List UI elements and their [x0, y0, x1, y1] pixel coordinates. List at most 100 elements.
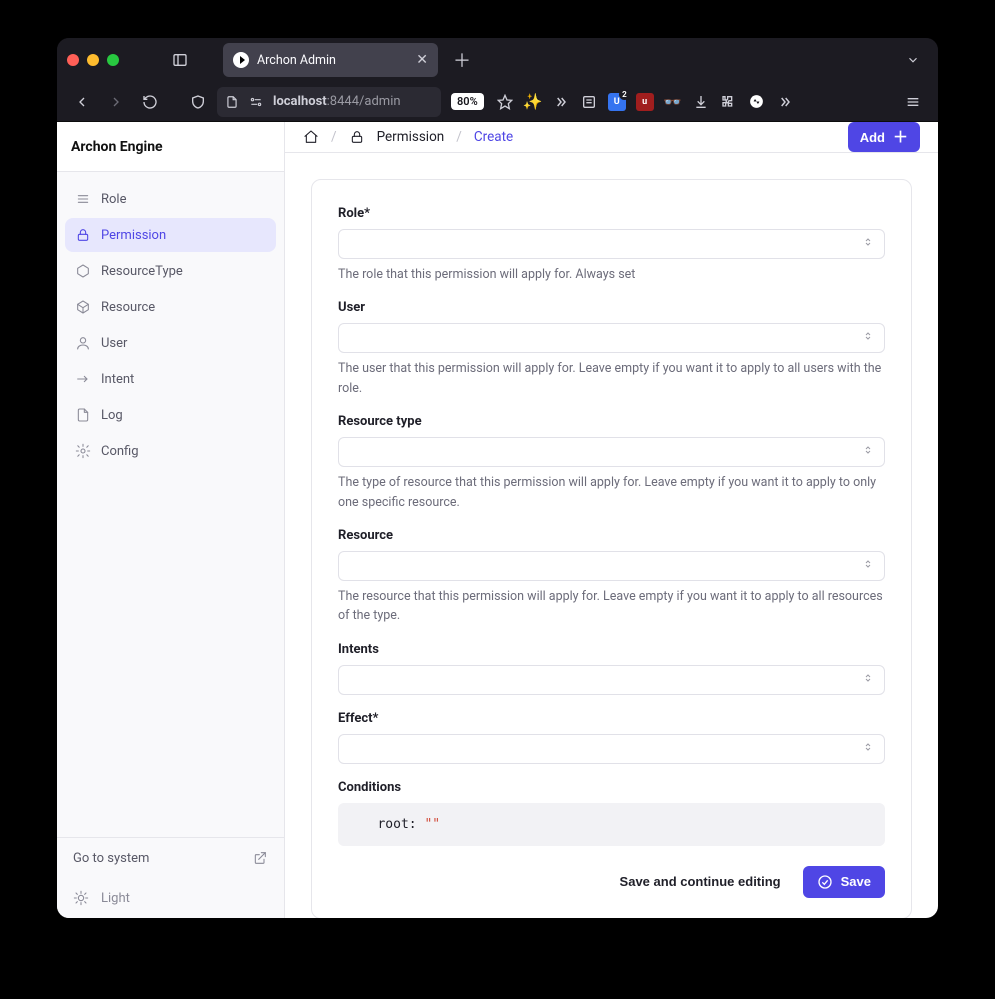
sidebar: Archon Engine RolePermissionResourceType… [57, 122, 285, 918]
save-button[interactable]: Save [803, 866, 885, 898]
field-label: User [338, 300, 885, 315]
sidebar-item-label: Intent [101, 372, 134, 387]
sidebar-nav: Role Permission ResourceType ResourceUser In… [57, 172, 284, 478]
sidebar-item-resource[interactable]: Resource [65, 290, 276, 324]
new-tab-button[interactable]: ＋ [448, 46, 476, 74]
field-label: Conditions [338, 780, 885, 795]
field-label: Intents [338, 642, 885, 657]
sidebar-item-label: Role [101, 192, 126, 207]
bookmark-star-icon[interactable] [492, 89, 518, 115]
extensions-icon[interactable] [716, 89, 742, 115]
form-field-intents: Intents [338, 642, 885, 695]
sidebar-item-label: ResourceType [101, 264, 183, 279]
overflow-chevrons-icon[interactable] [548, 89, 574, 115]
window-controls [67, 54, 119, 66]
form-field-resource_type: Resource type The type of resource that t… [338, 414, 885, 512]
sidebar-item-label: Permission [101, 228, 166, 243]
sidebar-item-permission[interactable]: Permission [65, 218, 276, 252]
app-menu-icon[interactable] [898, 87, 928, 117]
form-field-effect: Effect* [338, 711, 885, 764]
browser-window: Archon Admin ✕ ＋ localhost:8444/admin [57, 38, 938, 918]
browser-toolbar: localhost:8444/admin 80% ✨ U2 u 👓 [57, 82, 938, 122]
external-link-icon [252, 850, 268, 866]
browser-tab[interactable]: Archon Admin ✕ [223, 43, 438, 77]
save-continue-button[interactable]: Save and continue editing [614, 873, 787, 890]
topbar: / Permission / Create Add ＋ [285, 122, 938, 153]
form-actions: Save and continue editing Save [338, 866, 885, 898]
downloads-icon[interactable] [688, 89, 714, 115]
form-field-conditions: Conditions root: "" [338, 780, 885, 846]
extension-glasses-icon[interactable]: 👓 [660, 89, 686, 115]
field-label: Resource type [338, 414, 885, 429]
sidebar-item-intent[interactable]: Intent [65, 362, 276, 396]
zoom-level-pill[interactable]: 80% [451, 93, 484, 110]
lock-icon [75, 227, 91, 243]
resource_type-select[interactable] [338, 437, 885, 467]
user-select[interactable] [338, 323, 885, 353]
tab-favicon [233, 52, 249, 68]
extension-sparkle-icon[interactable]: ✨ [520, 89, 546, 115]
check-circle-icon [817, 874, 833, 890]
minimize-window[interactable] [87, 54, 99, 66]
page-icon [225, 95, 239, 109]
field-help: The type of resource that this permissio… [338, 473, 885, 512]
url-bar[interactable]: localhost:8444/admin [217, 87, 441, 117]
sidebar-item-resourcetype[interactable]: ResourceType [65, 254, 276, 288]
app-content: Archon Engine RolePermissionResourceType… [57, 122, 938, 918]
rows-icon [75, 191, 91, 207]
plus-icon: ＋ [893, 130, 908, 145]
close-tab-icon[interactable]: ✕ [416, 53, 428, 67]
tab-title: Archon Admin [257, 53, 336, 68]
form-field-user: UserThe user that this permission will a… [338, 300, 885, 398]
go-to-system-link[interactable]: Go to system [57, 838, 284, 878]
home-icon[interactable] [303, 129, 319, 145]
arrow-icon [75, 371, 91, 387]
breadcrumb: / Permission / Create [303, 129, 513, 145]
intents-select[interactable] [338, 665, 885, 695]
sidebar-item-role[interactable]: Role [65, 182, 276, 216]
field-help: The resource that this permission will a… [338, 587, 885, 626]
lock-icon [349, 129, 365, 145]
field-help: The role that this permission will apply… [338, 265, 885, 284]
sidebar-item-config[interactable]: Config [65, 434, 276, 468]
extension-ublock-blue-icon[interactable]: U2 [604, 89, 630, 115]
sidebar-item-label: Config [101, 444, 139, 459]
tab-strip: Archon Admin ✕ ＋ [223, 43, 928, 77]
file-icon [75, 407, 91, 423]
select-caret-icon [862, 444, 874, 460]
breadcrumb-section[interactable]: Permission [377, 129, 445, 145]
breadcrumb-sep: / [331, 129, 337, 145]
form-card: Role* The role that this permission will … [311, 179, 912, 918]
reload-button[interactable] [135, 87, 165, 117]
back-button[interactable] [67, 87, 97, 117]
field-label: Role* [338, 206, 885, 221]
overflow-chevrons-icon-2[interactable] [772, 89, 798, 115]
sidebar-footer: Go to system Light [57, 837, 284, 918]
conditions-code[interactable]: root: "" [338, 803, 885, 846]
user-icon [75, 335, 91, 351]
reader-icon[interactable] [576, 89, 602, 115]
hex-icon [75, 263, 91, 279]
breadcrumb-current: Create [474, 129, 513, 145]
tabs-dropdown-icon[interactable] [898, 45, 928, 75]
role-select[interactable] [338, 229, 885, 259]
select-caret-icon [862, 236, 874, 252]
effect-select[interactable] [338, 734, 885, 764]
sidebar-item-user[interactable]: User [65, 326, 276, 360]
resource-select[interactable] [338, 551, 885, 581]
shield-icon[interactable] [183, 87, 213, 117]
breadcrumb-sep: / [456, 129, 462, 145]
extension-circle-icon[interactable] [744, 89, 770, 115]
add-button[interactable]: Add ＋ [848, 122, 920, 152]
theme-label: Light [101, 891, 130, 906]
theme-toggle[interactable]: Light [57, 878, 284, 918]
sidebar-item-log[interactable]: Log [65, 398, 276, 432]
url-text: localhost:8444/admin [273, 94, 401, 109]
forward-button[interactable] [101, 87, 131, 117]
extension-ublock-red-icon[interactable]: u [632, 89, 658, 115]
form-field-role: Role* The role that this permission will … [338, 206, 885, 284]
maximize-window[interactable] [107, 54, 119, 66]
sun-icon [73, 890, 89, 906]
sidebar-toggle-icon[interactable] [165, 45, 195, 75]
close-window[interactable] [67, 54, 79, 66]
